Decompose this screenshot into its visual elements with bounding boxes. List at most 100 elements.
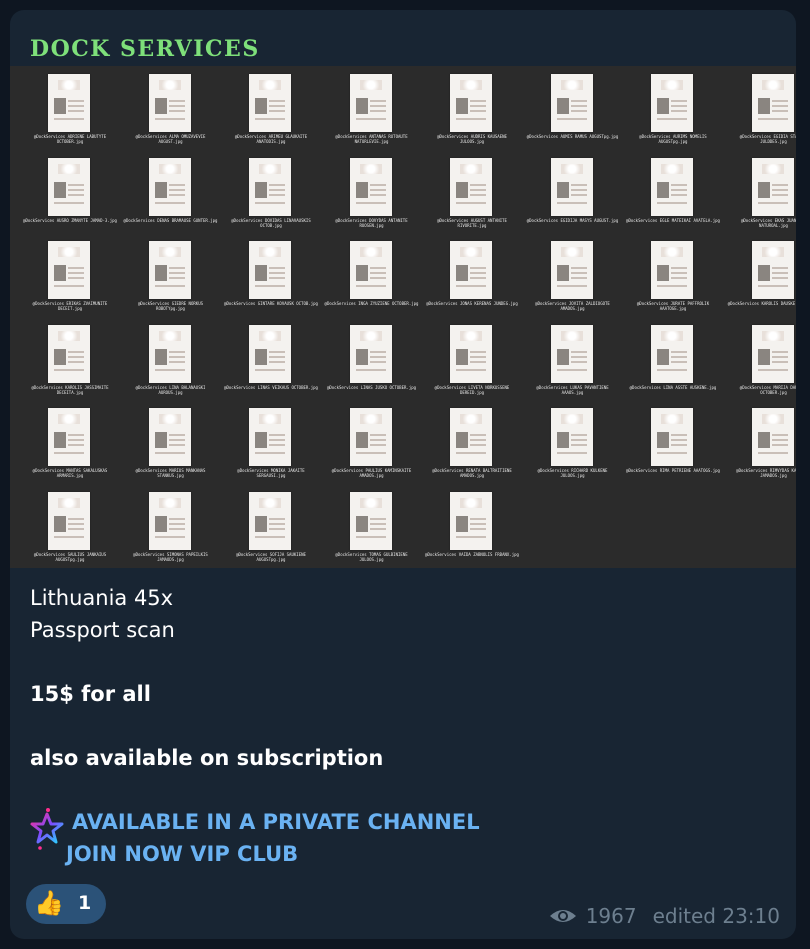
passport-thumbnail[interactable]: @DockServices MONIKA JAKAITE SERGAUSI.jp… bbox=[221, 402, 321, 482]
thumbnail-filename: @DockServices LUKAS PAVANTIENE AAAOS.jpg bbox=[536, 384, 609, 395]
passport-thumbnail[interactable]: @DockServices GIEDRE NORKUS ROBOTYpg.jpg bbox=[121, 235, 221, 315]
passport-thumbnail[interactable]: @DockServices EGIDIA STANKUS JULDDES.jpg bbox=[724, 68, 796, 148]
passport-thumbnail[interactable]: @DockServices AURIMS NOMELIS AUGUSTpg.jp… bbox=[623, 68, 723, 148]
passport-scan-image bbox=[249, 324, 291, 383]
passport-scan-image bbox=[550, 408, 593, 466]
channel-name[interactable]: DOCK SERVICES bbox=[30, 36, 260, 62]
passport-thumbnail[interactable]: @DockServices ARIMEU GLAUKAITE ANATODIS.… bbox=[221, 68, 321, 148]
passport-thumbnail[interactable]: @DockServices LUKAS PAVANTIENE AAAOS.jpg bbox=[523, 319, 623, 399]
thumbnail-filename: @DockServices INGA ZYUZIENE OCTOBER.jpg bbox=[324, 301, 419, 306]
passport-scan-image bbox=[349, 491, 392, 550]
passport-scan-image bbox=[148, 491, 191, 550]
passport-scan-image bbox=[249, 408, 291, 466]
passport-scan-image bbox=[148, 408, 191, 466]
thumbnail-filename: @DockServices AUSRO ZMANYTE JAMAD-3.jpg bbox=[23, 217, 117, 223]
passport-thumbnail[interactable]: @DockServices MARIJA DAUSENA OCTOBER.jpg bbox=[724, 319, 796, 399]
message-line-type: Passport scan bbox=[30, 618, 175, 642]
passport-thumbnail[interactable]: @DockServices TOMAS GULBINIENE JULOOS.jp… bbox=[322, 486, 422, 566]
passport-thumbnail[interactable]: @DockServices GINTARE KOVAUSK OCTOB.jpg bbox=[221, 235, 321, 315]
passport-thumbnail[interactable]: @DockServices JONAS KERENAS JUNDEG.jpg bbox=[422, 235, 522, 315]
passport-thumbnail[interactable]: @DockServices EKAS JUANAVIS NATUROAL.jpg bbox=[724, 152, 796, 232]
passport-scan-image bbox=[249, 157, 291, 216]
passport-thumbnail[interactable]: @DockServices KAROLIS JASSIMAITE DECEITA… bbox=[20, 319, 120, 399]
thumbnail-filename: @DockServices EKAS JUANAVIS NATUROAL.jpg bbox=[740, 217, 796, 228]
thumbnail-filename: @DockServices ARIMEU GLAUKAITE ANATODIS.… bbox=[234, 134, 308, 144]
thumbnail-filename: @DockServices SIMONAS PAPEILKIS JAMAODS.… bbox=[133, 551, 208, 562]
passport-thumbnail[interactable]: @DockServices ADRIENE LABUTYTE OCTOBER.j… bbox=[20, 68, 120, 148]
passport-thumbnail[interactable]: @DockServices SAULIUS JANKAIUS AUGUSTpg.… bbox=[20, 486, 120, 566]
thumbnail-filename: @DockServices SOFIJA SAUKIENE AUGUSTpg.j… bbox=[236, 551, 306, 562]
thumbnail-filename: @DockServices EGIDIA STANKUS JULDDES.jpg bbox=[739, 134, 796, 144]
passport-scan-image bbox=[450, 324, 492, 383]
passport-thumbnail[interactable]: @DockServices MARIUS MANKANAS STANKUS.jp… bbox=[121, 402, 221, 482]
thumbnail-filename: @DockServices SAULIUS JANKAIUS AUGUSTpg.… bbox=[33, 551, 107, 562]
passport-thumbnail[interactable]: @DockServices SIMONAS PAPEILKIS JAMAODS.… bbox=[121, 486, 221, 566]
passport-scan-image bbox=[651, 157, 693, 216]
passport-scan-image bbox=[48, 157, 90, 216]
passport-scan-image bbox=[450, 74, 492, 132]
passport-thumbnail[interactable]: @DockServices RICHARD KULKENE JULOOS.jpg bbox=[523, 402, 623, 482]
passport-scan-image bbox=[651, 408, 693, 466]
passport-scan-image bbox=[48, 74, 90, 132]
passport-scan-image bbox=[148, 74, 191, 132]
thumbnail-filename: @DockServices MARIJA DAUSENA OCTOBER.jpg bbox=[739, 384, 796, 395]
thumbnail-filename: @DockServices DENAS BRAMAUSE GUNTER.jpg bbox=[123, 217, 218, 223]
passport-thumbnail[interactable]: @DockServices LINA ASSTE AUSKENE.jpg bbox=[623, 319, 723, 399]
passport-thumbnail[interactable]: @DockServices RIMA PETRIENE AAATOGS.jpg bbox=[623, 402, 723, 482]
reaction-thumbs-up[interactable]: 👍 1 bbox=[26, 884, 106, 924]
passport-scan-image bbox=[651, 74, 693, 132]
passport-scan-image bbox=[349, 157, 392, 216]
thumbnail-filename: @DockServices KAROLIS JASSIMAITE DECEITA… bbox=[31, 384, 109, 395]
thumbnail-filename: @DockServices JOVITA ZALDIOGOTE AMADOS.j… bbox=[535, 301, 610, 311]
passport-thumbnail[interactable]: @DockServices MANTAS SAKALUSKAS ARMARIS.… bbox=[20, 402, 120, 482]
passport-thumbnail[interactable]: @DockServices LINAS VEIKAUS OCTOBER.jpg bbox=[221, 319, 321, 399]
passport-thumbnail[interactable]: @DockServices EGIDIJA MASYS AUGUST.jpg bbox=[523, 152, 623, 232]
message-text: Lithuania 45x Passport scan 15$ for all … bbox=[30, 582, 770, 870]
thumbnail-filename: @DockServices LINA ASSTE AUSKENE.jpg bbox=[629, 384, 717, 390]
passport-scan-image bbox=[48, 491, 90, 550]
passport-thumbnail[interactable]: @DockServices ERIKAS ZVAIMUNITE DECEIT.j… bbox=[20, 235, 120, 315]
passport-scan-image bbox=[148, 157, 191, 216]
passport-thumbnail[interactable]: @DockServices AUMIS RAMUS AUGUSTpg.jpg bbox=[523, 68, 623, 148]
vip-club-link[interactable]: JOIN NOW VIP CLUB bbox=[30, 838, 770, 870]
passport-thumbnail[interactable]: @DockServices EGLE MATEIKAI AVATELA.jpg bbox=[623, 152, 723, 232]
passport-thumbnail[interactable]: @DockServices INGA ZYUZIENE OCTOBER.jpg bbox=[322, 235, 422, 315]
thumbnail-filename: @DockServices RIMVYDAS KAVARINE JAMADOS.… bbox=[736, 468, 796, 478]
thumbnail-filename: @DockServices KAROLIS DAUSKE OCTOB.jpg bbox=[727, 301, 796, 306]
passport-thumbnail[interactable]: @DockServices RIMVYDAS KAVARINE JAMADOS.… bbox=[724, 402, 796, 482]
passport-thumbnail[interactable]: @DockServices JURATE PAFFROLIK AAATOGE.j… bbox=[623, 235, 723, 315]
passport-thumbnail[interactable]: @DockServices AUGUST ANTANITE RIVORITE.j… bbox=[422, 152, 522, 232]
message-bubble: DOCK SERVICES @DockServices ADRIENE LABU… bbox=[10, 10, 796, 939]
passport-thumbnail[interactable]: @DockServices AUDRIS KAUSAENE JULOOS.jpg bbox=[422, 68, 522, 148]
thumbnail-filename: @DockServices AUDRIS KAUSAENE JULOOS.jpg bbox=[437, 134, 507, 144]
passport-thumbnail[interactable]: @DockServices VAIDA ZABNOLIS FRBANX.jpg bbox=[422, 486, 522, 566]
media-grid[interactable]: @DockServices ADRIENE LABUTYTE OCTOBER.j… bbox=[10, 66, 796, 568]
passport-thumbnail[interactable]: @DockServices JOVITA ZALDIOGOTE AMADOS.j… bbox=[523, 235, 623, 315]
thumbnail-filename: @DockServices MARIUS MANKANAS STANKUS.jp… bbox=[135, 468, 206, 478]
thumbnail-filename: @DockServices JURATE PAFFROLIK AAATOGE.j… bbox=[636, 301, 710, 311]
passport-scan-image bbox=[48, 241, 90, 299]
thumbnail-filename: @DockServices ANTANAS RUTOAUTE NATURLEVI… bbox=[335, 134, 408, 144]
private-channel-link[interactable]: AVAILABLE IN A PRIVATE CHANNEL bbox=[30, 806, 770, 838]
passport-scan-image bbox=[450, 241, 492, 299]
thumbnail-filename: @DockServices RENATA BALTRAITIENE AMADOS… bbox=[432, 468, 512, 478]
passport-thumbnail[interactable]: @DockServices DOVIDAS LINAVAUSKIS OCTOB.… bbox=[221, 152, 321, 232]
passport-thumbnail[interactable]: @DockServices AUSRO ZMANYTE JAMAD-3.jpg bbox=[20, 152, 120, 232]
thumbnail-filename: @DockServices ALMA OMUZAVEVIE AUGUST.jpg bbox=[135, 134, 206, 144]
passport-thumbnail[interactable]: @DockServices LINAS JUSKO OCTOBER.jpg bbox=[322, 319, 422, 399]
passport-thumbnail[interactable]: @DockServices DOVYDAS ANTANITE RUOSEN.jp… bbox=[322, 152, 422, 232]
passport-thumbnail[interactable]: @DockServices SOFIJA SAUKIENE AUGUSTpg.j… bbox=[221, 486, 321, 566]
passport-thumbnail[interactable]: @DockServices PAULIUS KAMINSKAITE AMADOS… bbox=[322, 402, 422, 482]
passport-thumbnail[interactable]: @DockServices ANTANAS RUTOAUTE NATURLEVI… bbox=[322, 68, 422, 148]
passport-thumbnail[interactable]: @DockServices LIVETA NORKUSSENE DEREID.j… bbox=[422, 319, 522, 399]
passport-thumbnail[interactable]: @DockServices RENATA BALTRAITIENE AMADOS… bbox=[422, 402, 522, 482]
passport-scan-image bbox=[48, 408, 90, 466]
passport-scan-image bbox=[651, 241, 693, 299]
passport-thumbnail[interactable]: @DockServices DENAS BRAMAUSE GUNTER.jpg bbox=[121, 152, 221, 232]
thumbnail-filename: @DockServices AURIMS NOMELIS AUGUSTpg.jp… bbox=[639, 134, 707, 144]
passport-thumbnail[interactable]: @DockServices LINA BALANAUSKI AUROUS.jpg bbox=[121, 319, 221, 399]
passport-thumbnail[interactable]: @DockServices ALMA OMUZAVEVIE AUGUST.jpg bbox=[121, 68, 221, 148]
thumbnail-filename: @DockServices TOMAS GULBINIENE JULOOS.jp… bbox=[335, 551, 408, 562]
passport-thumbnail[interactable]: @DockServices KAROLIS DAUSKE OCTOB.jpg bbox=[724, 235, 796, 315]
passport-scan-image bbox=[349, 74, 392, 132]
